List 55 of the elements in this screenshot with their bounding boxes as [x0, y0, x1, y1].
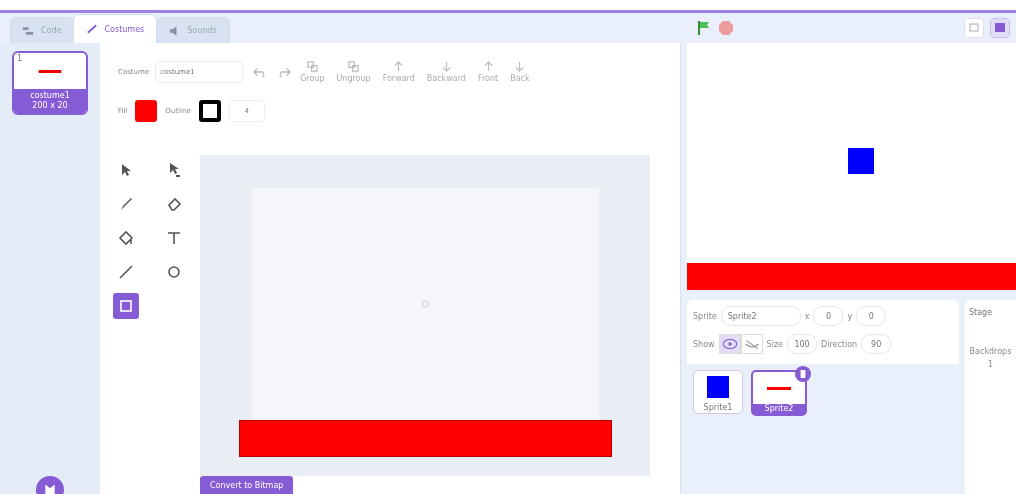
toolbar-button[interactable]: Ungroup: [333, 61, 374, 83]
up-arrow-icon: [482, 61, 494, 72]
show-eye-icon[interactable]: [718, 334, 741, 354]
costume-size: 200 x 20: [32, 101, 68, 111]
down-arrow-icon: [514, 61, 526, 72]
outline-color-swatch[interactable]: [198, 100, 221, 122]
group-icon: [306, 61, 318, 72]
up-arrow-icon: [393, 61, 405, 72]
x-label: x: [804, 311, 810, 321]
sprite-name: Sprite2: [753, 404, 805, 414]
delete-icon[interactable]: [795, 366, 811, 382]
backdrops-label: Backdrops: [969, 347, 1012, 356]
circle-icon: [166, 264, 182, 280]
flag-icon[interactable]: [696, 20, 712, 36]
direction-field[interactable]: 90: [861, 334, 892, 354]
sprite-name-field[interactable]: Sprite2: [720, 306, 801, 326]
line-icon: [118, 264, 134, 280]
text-icon: [166, 230, 182, 246]
brush-icon: [118, 196, 134, 212]
hide-eye-icon[interactable]: [740, 334, 763, 354]
rect-tool[interactable]: [113, 293, 139, 319]
toolbar-button[interactable]: Forward: [379, 61, 418, 83]
rectangle-icon: [118, 298, 134, 314]
size-field[interactable]: 100: [787, 334, 817, 354]
redo-icon[interactable]: [277, 66, 292, 78]
large-stage-icon[interactable]: [990, 18, 1010, 38]
y-field[interactable]: 0: [856, 306, 887, 326]
x-field[interactable]: 0: [813, 306, 844, 326]
ungroup-icon: [348, 61, 360, 72]
toolbar-button[interactable]: Group: [297, 61, 328, 83]
costume-number: 1: [17, 54, 23, 63]
costume-tile[interactable]: 1 costume1 200 x 20: [12, 51, 88, 115]
down-arrow-icon: [440, 61, 452, 72]
size-label: Size: [766, 339, 783, 349]
center-crosshair-icon: [420, 299, 430, 309]
sprite-label: Sprite: [693, 311, 717, 321]
backdrops-count: 1: [987, 360, 994, 369]
line-thumbnail: [38, 69, 62, 73]
direction-label: Direction: [821, 339, 858, 349]
y-label: y: [847, 311, 853, 321]
paint-bucket-icon: [118, 230, 134, 246]
show-label: Show: [693, 339, 715, 349]
stage-title: Stage: [969, 308, 994, 317]
square-sprite: [848, 148, 874, 174]
costume-name: costume1: [30, 91, 70, 101]
toolbar-button[interactable]: Back: [507, 61, 533, 83]
sprite-tile[interactable]: Sprite1: [693, 370, 743, 414]
blocks-icon: [23, 25, 36, 36]
toolbar-button[interactable]: Front: [474, 61, 502, 83]
editor-tab[interactable]: Costumes: [73, 14, 158, 43]
fill-color-swatch[interactable]: [135, 100, 158, 122]
sprite-name: Sprite1: [702, 403, 734, 413]
toolbar-button[interactable]: Backward: [423, 61, 469, 83]
eraser-icon: [166, 196, 182, 212]
convert-to-bitmap-button[interactable]: Convert to Bitmap: [200, 476, 294, 494]
